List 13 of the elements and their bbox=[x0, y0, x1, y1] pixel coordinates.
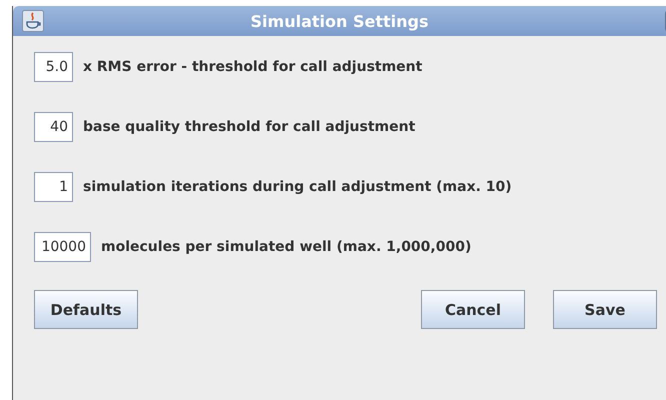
setting-label: simulation iterations during call adjustment (max. 10) bbox=[83, 179, 512, 195]
number-field[interactable]: 10000 bbox=[34, 232, 91, 262]
dialog-button[interactable]: Save bbox=[553, 290, 657, 329]
window-title: Simulation Settings bbox=[250, 12, 430, 30]
dialog-button[interactable]: Cancel bbox=[421, 290, 525, 329]
number-field[interactable]: 5.0 bbox=[34, 52, 73, 82]
setting-label: molecules per simulated well (max. 1,000,000) bbox=[101, 239, 472, 255]
setting-label: base quality threshold for call adjustment bbox=[83, 119, 416, 135]
setting-label: x RMS error - threshold for call adjustment bbox=[83, 59, 422, 75]
number-field[interactable]: 1 bbox=[34, 172, 73, 202]
number-field[interactable]: 40 bbox=[34, 112, 73, 142]
dialog-button[interactable]: Defaults bbox=[34, 290, 138, 329]
cup-icon bbox=[22, 10, 44, 32]
